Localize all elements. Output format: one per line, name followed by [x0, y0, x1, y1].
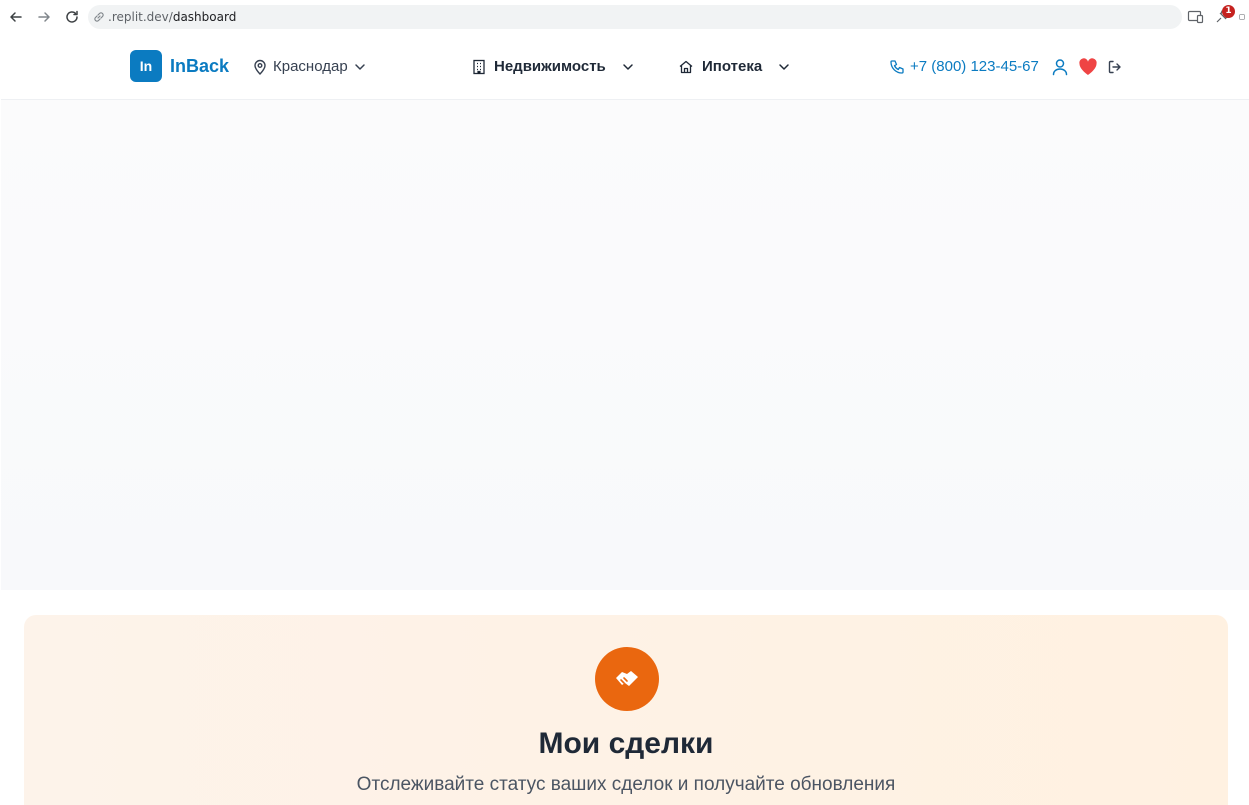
logo-link[interactable]: In InBack [130, 50, 229, 82]
user-icon [1052, 59, 1068, 76]
reload-button[interactable] [62, 7, 82, 27]
home-icon [679, 60, 693, 73]
menu-real-estate[interactable]: Недвижимость [472, 58, 634, 75]
url-path: dashboard [172, 10, 237, 24]
cast-icon[interactable] [1187, 9, 1205, 25]
phone-number: +7 (800) 123-45-67 [910, 58, 1039, 75]
forward-arrow-icon [38, 12, 50, 22]
site-header: In InBack Краснодар Недвижимость Ипотека… [1, 34, 1249, 100]
chevron-down-icon [779, 63, 789, 70]
browser-toolbar: .replit.dev/dashboard 1 [0, 0, 1249, 34]
phone-link[interactable]: +7 (800) 123-45-67 [889, 58, 1039, 75]
back-arrow-icon [10, 12, 22, 22]
city-label: Краснодар [273, 58, 348, 75]
back-button[interactable] [6, 7, 26, 27]
chevron-down-icon [623, 63, 633, 70]
handshake-icon [616, 671, 638, 686]
chevron-down-icon [354, 63, 365, 70]
logout-icon [1108, 60, 1121, 74]
sidepanel-icon[interactable] [1239, 9, 1245, 25]
menu-real-estate-label: Недвижимость [494, 58, 606, 75]
hero-section [1, 100, 1249, 590]
deals-icon-circle [595, 647, 659, 711]
link-icon [94, 12, 104, 22]
phone-icon [890, 59, 904, 74]
city-selector[interactable]: Краснодар [253, 58, 366, 75]
account-button[interactable] [1050, 57, 1070, 77]
extension-badge: 1 [1222, 5, 1235, 18]
menu-mortgage[interactable]: Ипотека [678, 58, 790, 75]
logo-mark: In [130, 50, 162, 82]
extension-icons: 1 [1187, 5, 1249, 28]
url-host: .replit.dev/ [108, 10, 173, 24]
reload-icon [66, 10, 78, 23]
menu-mortgage-label: Ипотека [702, 58, 763, 75]
extension-pin-icon[interactable]: 1 [1213, 5, 1235, 26]
deals-card: Мои сделки Отслеживайте статус ваших сде… [24, 615, 1228, 805]
logout-button[interactable] [1105, 57, 1125, 77]
deals-title: Мои сделки [538, 727, 714, 760]
heart-icon [1079, 58, 1097, 75]
deals-subtitle: Отслеживайте статус ваших сделок и получ… [356, 774, 896, 795]
forward-button[interactable] [34, 7, 54, 27]
location-pin-icon [254, 59, 266, 75]
deals-section: Мои сделки Отслеживайте статус ваших сде… [1, 590, 1249, 805]
logo-text: InBack [170, 55, 230, 76]
address-bar[interactable]: .replit.dev/dashboard [88, 5, 1182, 29]
favorites-button[interactable] [1078, 57, 1098, 77]
building-icon [473, 59, 485, 74]
